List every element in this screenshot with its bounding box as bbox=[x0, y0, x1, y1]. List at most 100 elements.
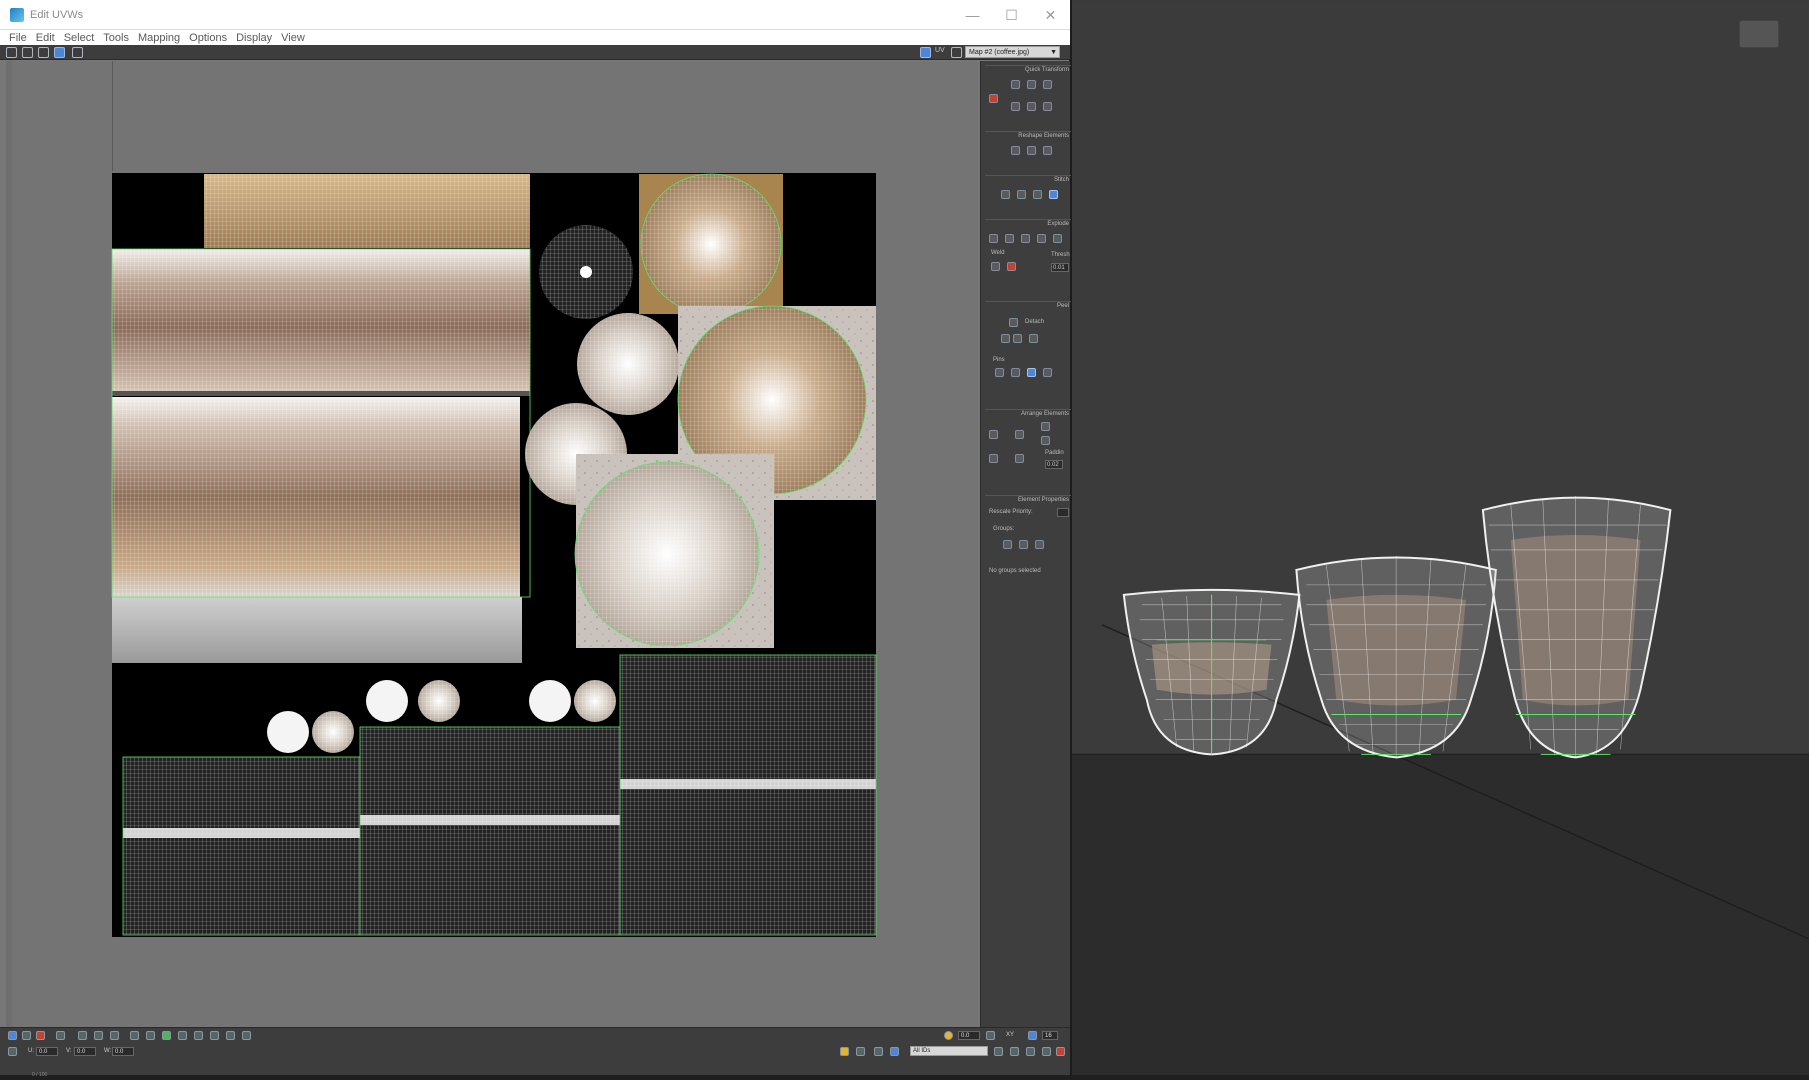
select-by-icon[interactable] bbox=[78, 1031, 87, 1040]
relax-options-icon[interactable] bbox=[1043, 146, 1052, 155]
zoom-extents-icon[interactable] bbox=[1042, 1047, 1051, 1056]
stitch-source-icon[interactable] bbox=[1017, 190, 1026, 199]
loop-icon[interactable] bbox=[130, 1031, 139, 1040]
padding-input[interactable]: 0.02 bbox=[1045, 460, 1063, 469]
w-coordinate-input[interactable]: 0.0 bbox=[112, 1047, 134, 1056]
arrange-elements-header[interactable]: Arrange Elements bbox=[985, 411, 1071, 417]
u-coordinate-input[interactable]: 0.0 bbox=[36, 1047, 58, 1056]
vertex-mode-icon[interactable] bbox=[8, 1031, 17, 1040]
space-icon[interactable] bbox=[1027, 102, 1036, 111]
grid-size-input[interactable]: 16 bbox=[1042, 1031, 1058, 1040]
rescale-priority-input[interactable] bbox=[1057, 508, 1069, 517]
align-vertical-icon[interactable] bbox=[1011, 80, 1020, 89]
perspective-viewport[interactable] bbox=[1070, 0, 1809, 1080]
align-horizontal-icon[interactable] bbox=[1027, 80, 1036, 89]
rotate-90-icon[interactable] bbox=[1043, 80, 1052, 89]
angle-input[interactable]: 0.0 bbox=[958, 1031, 980, 1040]
mirror-icon[interactable] bbox=[72, 47, 83, 58]
pack-custom-icon[interactable] bbox=[989, 430, 998, 439]
falloff-icon[interactable] bbox=[242, 1031, 251, 1040]
weld-selected-icon[interactable] bbox=[991, 262, 1000, 271]
grow-selection-icon[interactable] bbox=[94, 1031, 103, 1040]
element-mode-icon[interactable] bbox=[56, 1031, 65, 1040]
freeform-icon[interactable] bbox=[54, 47, 65, 58]
menu-display[interactable]: Display bbox=[236, 32, 272, 44]
unpin-selected-icon[interactable] bbox=[1027, 368, 1036, 377]
title-bar[interactable]: Edit UVWs — ☐ ✕ bbox=[0, 0, 1070, 30]
absolute-mode-icon[interactable] bbox=[8, 1047, 17, 1056]
reshape-elements-header[interactable]: Reshape Elements bbox=[985, 133, 1071, 139]
auto-pin-icon[interactable] bbox=[1043, 368, 1052, 377]
group-add-icon[interactable] bbox=[1035, 540, 1044, 549]
rescale-checkbox[interactable] bbox=[1041, 422, 1050, 431]
point-to-point-icon[interactable] bbox=[178, 1031, 187, 1040]
freeze-icon[interactable] bbox=[874, 1047, 883, 1056]
similar-select-icon[interactable] bbox=[194, 1031, 203, 1040]
explode-header[interactable]: Explode bbox=[985, 221, 1071, 227]
edge-mode-icon[interactable] bbox=[22, 1031, 31, 1040]
pack-together-icon[interactable] bbox=[989, 454, 998, 463]
brush-icon[interactable] bbox=[986, 1031, 995, 1040]
weld-target-icon[interactable] bbox=[1007, 262, 1016, 271]
maximize-button[interactable]: ☐ bbox=[992, 0, 1031, 30]
hand-pan-icon[interactable] bbox=[994, 1047, 1003, 1056]
flatten-icon[interactable] bbox=[1021, 234, 1030, 243]
soft-select-icon[interactable] bbox=[226, 1031, 235, 1040]
menu-file[interactable]: File bbox=[9, 32, 27, 44]
align-linear-icon[interactable] bbox=[1011, 102, 1020, 111]
straighten-icon[interactable] bbox=[1011, 146, 1020, 155]
edge-select-icon[interactable] bbox=[210, 1031, 219, 1040]
rotate-minus-icon[interactable] bbox=[1043, 102, 1052, 111]
rescale-icon[interactable] bbox=[1015, 430, 1024, 439]
zoom-icon[interactable] bbox=[1010, 1047, 1019, 1056]
display-lock-icon[interactable] bbox=[840, 1047, 849, 1056]
scale-icon[interactable] bbox=[38, 47, 49, 58]
zoom-region-icon[interactable] bbox=[1026, 1047, 1035, 1056]
detach-checkbox[interactable] bbox=[1009, 318, 1018, 327]
break-icon[interactable] bbox=[989, 234, 998, 243]
stitch-custom-icon[interactable] bbox=[1001, 190, 1010, 199]
close-button[interactable]: ✕ bbox=[1031, 0, 1070, 30]
filter-icon[interactable] bbox=[890, 1047, 899, 1056]
uv-editor-canvas[interactable] bbox=[6, 61, 978, 1027]
rotate-icon[interactable] bbox=[22, 47, 33, 58]
explode-options-icon[interactable] bbox=[1053, 234, 1062, 243]
menu-select[interactable]: Select bbox=[64, 32, 95, 44]
group-select-icon[interactable] bbox=[1003, 540, 1012, 549]
hide-icon[interactable] bbox=[856, 1047, 865, 1056]
polygon-mode-icon[interactable] bbox=[36, 1031, 45, 1040]
texture-map-dropdown[interactable]: Map #2 (coffee.jpg) ▼ bbox=[965, 46, 1060, 58]
pin-selected-icon[interactable] bbox=[1011, 368, 1020, 377]
detach-edge-icon[interactable] bbox=[1005, 234, 1014, 243]
explode-by-icon[interactable] bbox=[1037, 234, 1046, 243]
group-ungroup-icon[interactable] bbox=[1019, 540, 1028, 549]
minimize-button[interactable]: — bbox=[953, 0, 992, 30]
threshold-input[interactable]: 0.01 bbox=[1051, 263, 1069, 272]
ring-icon[interactable] bbox=[146, 1031, 155, 1040]
pack-normalize-icon[interactable] bbox=[1015, 454, 1024, 463]
quick-transform-header[interactable]: Quick Transform bbox=[985, 67, 1071, 73]
shrink-selection-icon[interactable] bbox=[110, 1031, 119, 1040]
grid-snap-icon[interactable] bbox=[1028, 1031, 1037, 1040]
element-properties-header[interactable]: Element Properties bbox=[985, 497, 1071, 503]
menu-mapping[interactable]: Mapping bbox=[138, 32, 180, 44]
v-coordinate-input[interactable]: 0.0 bbox=[74, 1047, 96, 1056]
peel-header[interactable]: Peel bbox=[985, 303, 1071, 309]
move-icon[interactable] bbox=[6, 47, 17, 58]
viewcube-icon[interactable] bbox=[1739, 20, 1779, 48]
reset-peel-icon[interactable] bbox=[1029, 334, 1038, 343]
menu-edit[interactable]: Edit bbox=[36, 32, 55, 44]
material-id-dropdown[interactable]: All IDs bbox=[910, 1046, 988, 1056]
edit-pins-icon[interactable] bbox=[995, 368, 1004, 377]
paint-select-icon[interactable] bbox=[162, 1031, 171, 1040]
show-map-icon[interactable] bbox=[920, 47, 931, 58]
pivot-icon[interactable] bbox=[989, 94, 998, 103]
lock-icon[interactable] bbox=[944, 1031, 953, 1040]
stitch-target-icon[interactable] bbox=[1033, 190, 1042, 199]
menu-tools[interactable]: Tools bbox=[103, 32, 129, 44]
rotate-checkbox[interactable] bbox=[1041, 436, 1050, 445]
quick-peel-icon[interactable] bbox=[1001, 334, 1010, 343]
peel-mode-icon[interactable] bbox=[1013, 334, 1022, 343]
stitch-average-icon[interactable] bbox=[1049, 190, 1058, 199]
menu-options[interactable]: Options bbox=[189, 32, 227, 44]
